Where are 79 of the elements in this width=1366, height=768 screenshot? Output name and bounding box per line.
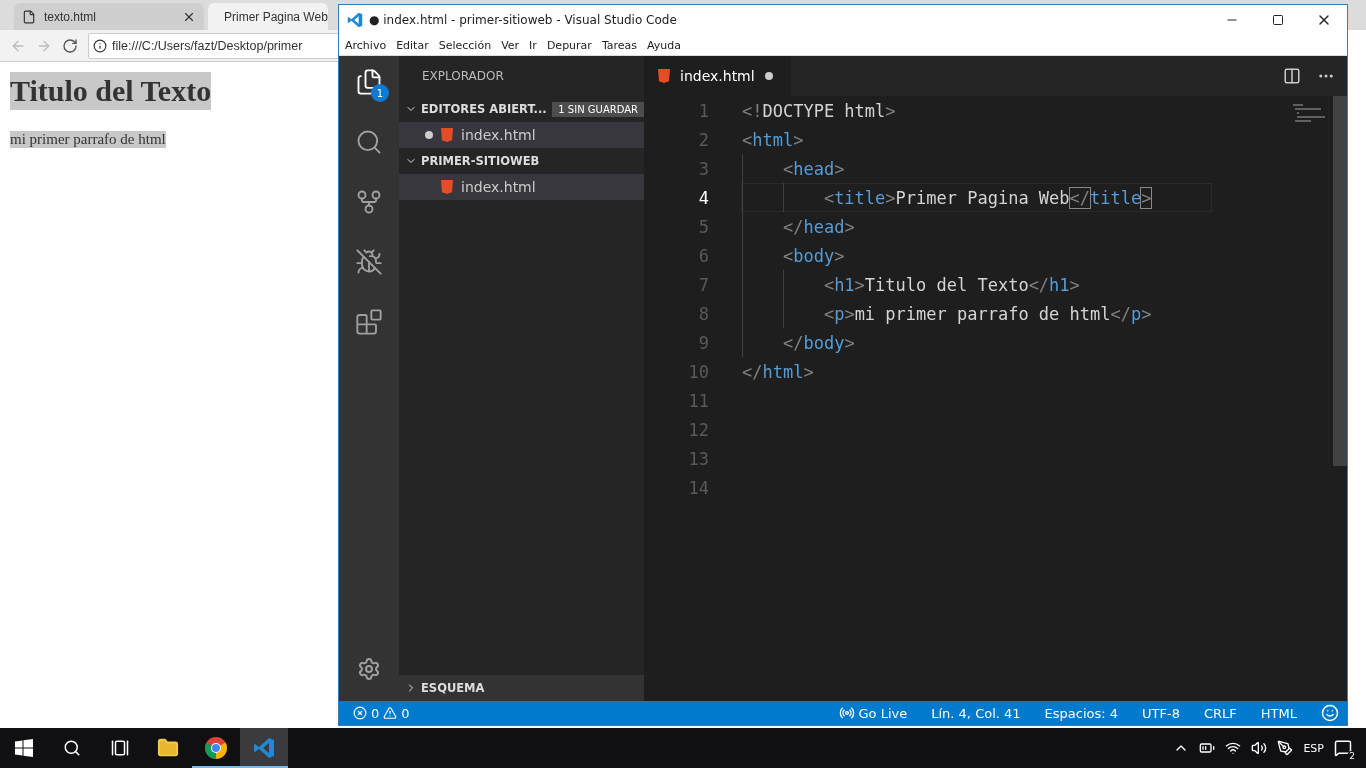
line-number: 9 bbox=[697, 332, 709, 353]
file-icon bbox=[22, 9, 36, 24]
section-header[interactable]: EDITORES ABIERT... 1 SIN GUARDAR bbox=[399, 96, 644, 122]
scrollbar[interactable] bbox=[1333, 96, 1347, 466]
code-line: <p>mi primer parrafo de html</p> bbox=[741, 299, 1213, 328]
code-line: </body> bbox=[741, 328, 916, 357]
wifi-icon[interactable] bbox=[1225, 740, 1242, 756]
folder-icon[interactable] bbox=[157, 737, 179, 759]
line-number: 6 bbox=[697, 245, 709, 266]
line-number: 5 bbox=[697, 216, 709, 237]
code-line: </head> bbox=[741, 212, 916, 241]
browser-icon[interactable] bbox=[204, 736, 228, 760]
reload-icon[interactable] bbox=[62, 37, 78, 54]
info-icon bbox=[93, 38, 107, 53]
menu-item[interactable]: Editar bbox=[396, 38, 429, 52]
menu-item[interactable]: Tareas bbox=[601, 38, 638, 52]
browser-tab[interactable]: texto.html bbox=[14, 3, 204, 30]
windows-icon[interactable] bbox=[15, 739, 33, 757]
code-line: </html> bbox=[741, 360, 815, 384]
maximize-icon bbox=[1272, 14, 1284, 26]
line-number: 10 bbox=[687, 361, 709, 382]
sidebar-title: EXPLORADOR bbox=[421, 68, 505, 85]
code-line: <body> bbox=[741, 241, 906, 270]
file-item[interactable]: index.html bbox=[399, 122, 644, 148]
menu-item[interactable]: Depurar bbox=[546, 38, 592, 52]
error-icon bbox=[353, 706, 367, 720]
status-item[interactable]: Lín. 4, Col. 41 bbox=[931, 705, 1021, 721]
line-number: 11 bbox=[687, 390, 709, 411]
smiley-icon[interactable] bbox=[1321, 704, 1339, 722]
line-number: 2 bbox=[697, 129, 709, 150]
split-editor-icon[interactable] bbox=[1283, 67, 1301, 85]
address-field[interactable]: file:///C:/Users/fazt/Desktop/primer bbox=[88, 32, 339, 59]
minimap-drawing bbox=[1291, 103, 1327, 125]
menu-item[interactable]: Ayuda bbox=[647, 38, 682, 52]
editor-tab[interactable]: index.html bbox=[644, 56, 791, 96]
problems-status[interactable]: 0 0 bbox=[353, 705, 410, 721]
search-icon[interactable] bbox=[63, 739, 81, 757]
code-editor-icon[interactable] bbox=[253, 737, 275, 759]
page-paragraph: mi primer parrafo de html bbox=[10, 131, 166, 148]
code-line: <!DOCTYPE html> bbox=[741, 99, 897, 123]
unsaved-badge: 1 SIN GUARDAR bbox=[552, 101, 644, 117]
section-header[interactable]: PRIMER-SITIOWEB bbox=[399, 148, 644, 174]
menu-item[interactable]: Archivo bbox=[345, 38, 387, 52]
menu-item[interactable]: Ir bbox=[529, 38, 537, 52]
line-number: 12 bbox=[687, 419, 709, 440]
language-indicator[interactable]: ESP bbox=[1303, 741, 1324, 755]
status-item[interactable]: UTF-8 bbox=[1142, 705, 1180, 721]
line-number: 8 bbox=[697, 303, 709, 324]
html-file-icon bbox=[441, 128, 453, 142]
menu-item[interactable]: Selección bbox=[438, 38, 492, 52]
go-live-button[interactable]: Go Live bbox=[838, 705, 908, 721]
section-header[interactable]: ESQUEMA bbox=[399, 675, 644, 701]
volume-icon[interactable] bbox=[1251, 740, 1268, 756]
html-file-icon bbox=[441, 180, 453, 194]
file-item[interactable]: index.html bbox=[399, 174, 644, 200]
line-number: 7 bbox=[697, 274, 709, 295]
html-file-icon bbox=[658, 69, 670, 83]
code-line: <h1>Titulo del Texto</h1> bbox=[741, 270, 1141, 299]
page-heading: Titulo del Texto bbox=[10, 72, 212, 110]
line-number: 13 bbox=[687, 448, 709, 469]
warning-icon bbox=[383, 706, 398, 720]
pen-icon[interactable] bbox=[1277, 740, 1294, 756]
status-item[interactable]: Espacios: 4 bbox=[1044, 705, 1119, 721]
task-view-icon[interactable] bbox=[111, 739, 129, 757]
app-logo-icon bbox=[347, 12, 363, 28]
broadcast-icon bbox=[838, 705, 855, 721]
count-badge: 1 bbox=[371, 84, 389, 102]
window-title: ● index.html - primer-sitioweb - Visual Studio Code bbox=[369, 13, 678, 27]
code-line: <head> bbox=[741, 154, 906, 183]
menu-item[interactable]: Ver bbox=[501, 38, 520, 52]
battery-icon[interactable] bbox=[1199, 740, 1216, 756]
browser-tab[interactable]: Primer Pagina Web bbox=[208, 3, 328, 30]
status-item[interactable]: HTML bbox=[1260, 705, 1297, 721]
code-line: <html> bbox=[741, 128, 805, 152]
line-number: 3 bbox=[697, 158, 709, 179]
line-number: 1 bbox=[697, 100, 709, 121]
status-item[interactable]: CRLF bbox=[1203, 705, 1237, 721]
line-number: 14 bbox=[687, 477, 709, 498]
line-number: 4 bbox=[697, 187, 709, 208]
